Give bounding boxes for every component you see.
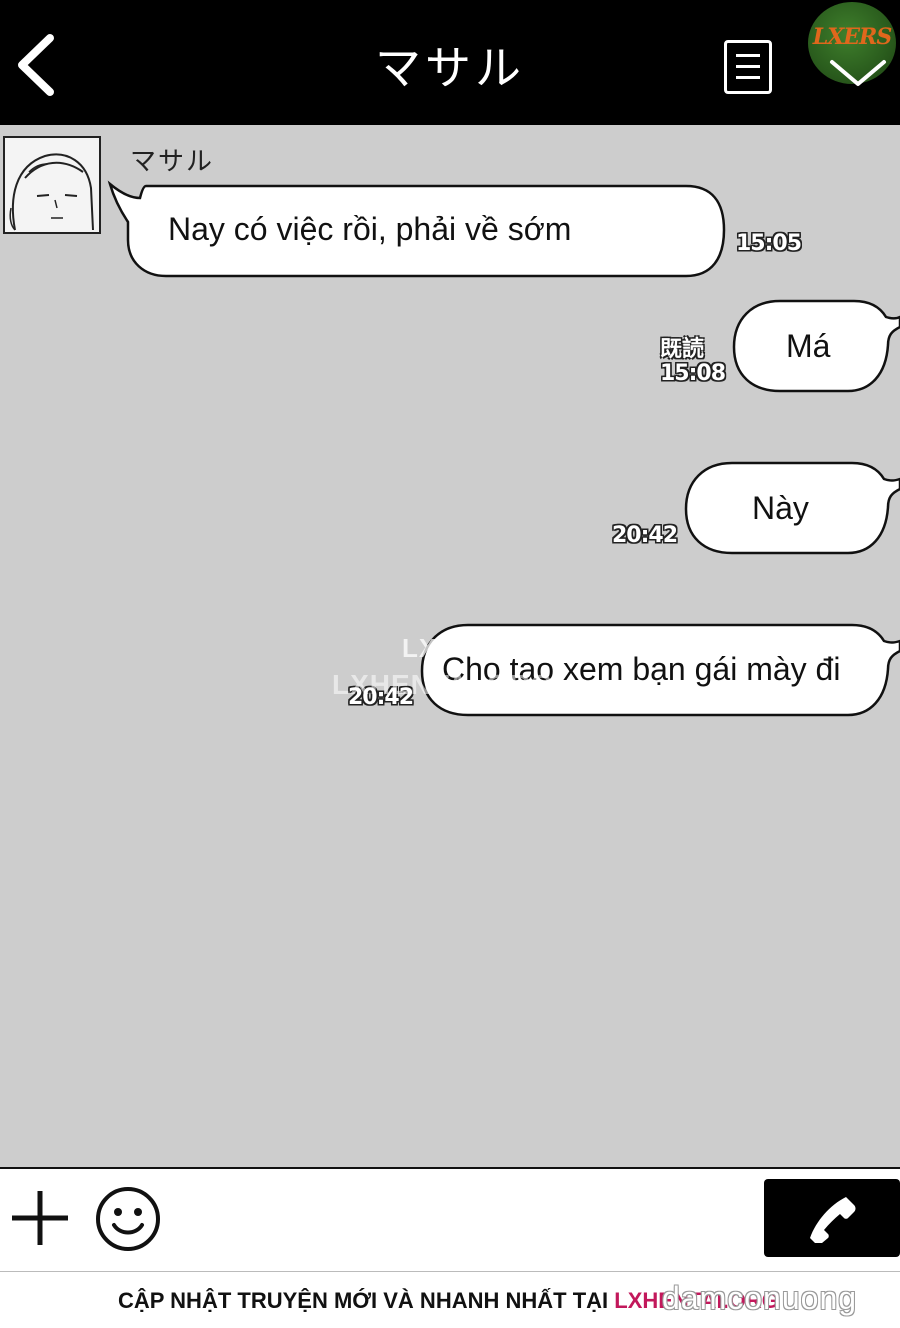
add-attachment-button[interactable] [10,1187,70,1249]
smiley-icon [96,1187,160,1251]
footer-watermark: damconuong [662,1280,858,1316]
message-text: Nay có việc rồi, phải về sớm [168,211,572,247]
message-text: Này [752,490,809,526]
list-icon [736,54,760,57]
footer-label: CẬP NHẬT TRUYỆN MỚI VÀ NHANH NHẤT TẠI [118,1288,615,1313]
plus-icon [12,1191,68,1245]
message-time: 20:42 [612,523,678,548]
message-time: 15:08 [660,361,726,386]
menu-button[interactable] [724,40,772,94]
phone-icon [810,1197,856,1243]
footer-banner: CẬP NHẬT TRUYỆN MỚI VÀ NHANH NHẤT TẠI LX… [0,1271,900,1328]
avatar[interactable] [3,136,101,234]
chat-header: マサル LXERS [0,0,900,125]
message-text: Má [786,328,831,364]
chat-area[interactable]: マサル Nay có việc rồi, phải về sớm 15:05 M… [0,125,900,1167]
read-receipt: 既読 [660,337,705,362]
chevron-down-icon[interactable] [826,56,890,90]
emoji-button[interactable] [94,1185,162,1253]
watermark-text: LXERS [402,633,494,663]
message-time: 15:05 [736,231,802,256]
face-icon [9,153,94,231]
logo-text: LXERS [812,24,892,50]
watermark-url: LXHENTAI.ORG [332,669,554,700]
call-button[interactable] [764,1179,900,1257]
sender-name: マサル [130,147,215,177]
input-bar [0,1167,900,1271]
